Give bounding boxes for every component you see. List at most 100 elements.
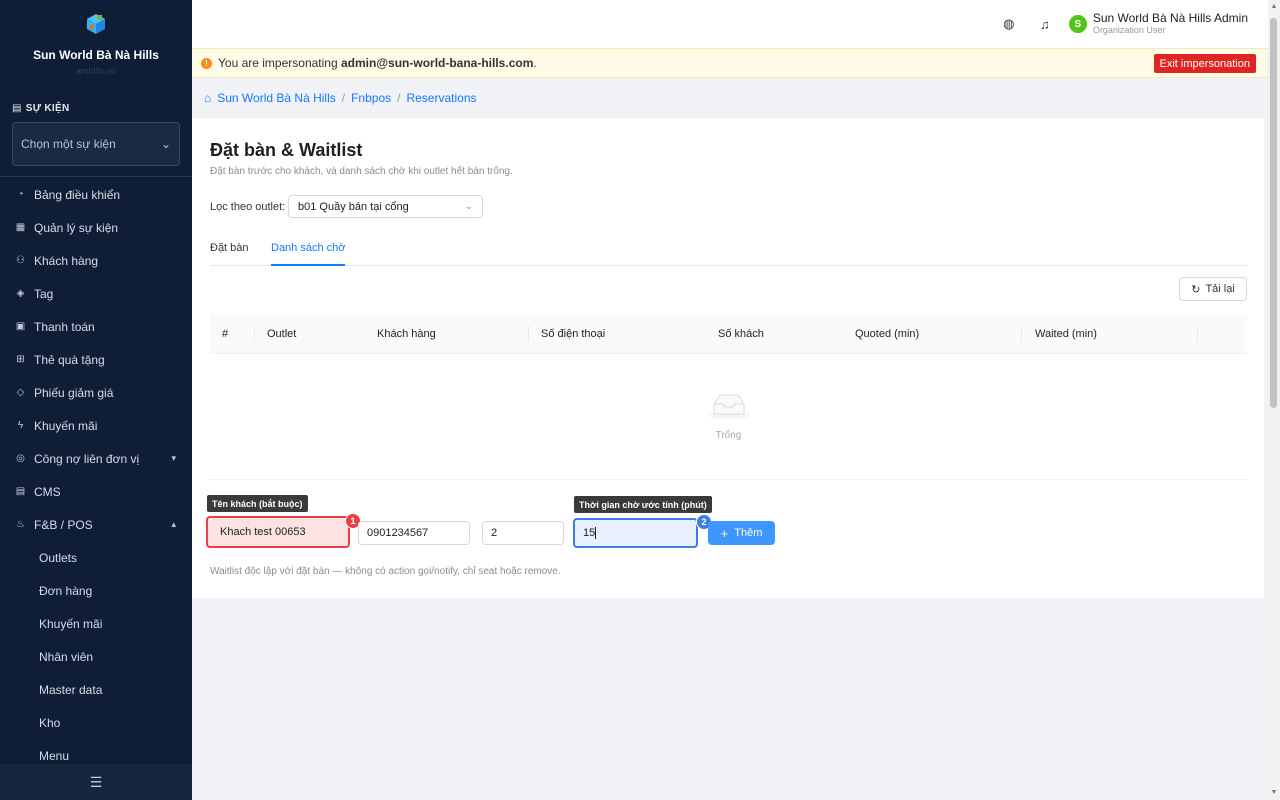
sidebar-item-label: Phiếu giảm giá: [34, 385, 114, 400]
event-section-title: ▤ SỰ KIỆN: [12, 103, 70, 114]
empty-state: Trống: [210, 354, 1247, 480]
sidebar-item-debt[interactable]: ◎ Công nợ liên đơn vị ▾: [0, 442, 192, 475]
column-header-waited: Waited (min): [1035, 328, 1097, 340]
sidebar-subitem-master-data[interactable]: Master data: [0, 673, 192, 706]
sidebar-item-customers[interactable]: ⚇ Khách hàng: [0, 244, 192, 277]
exit-impersonation-button[interactable]: Exit impersonation: [1153, 54, 1256, 73]
reload-button[interactable]: ↻ Tải lại: [1179, 277, 1247, 301]
calendar-section-icon: ▤: [12, 103, 22, 114]
chevron-up-icon: ▴: [171, 519, 176, 529]
sidebar-subitem-staff[interactable]: Nhân viên: [0, 640, 192, 673]
breadcrumb-item-org[interactable]: Sun World Bà Nà Hills: [217, 91, 336, 105]
tooltip-guest-name: Tên khách (bắt buộc): [207, 495, 308, 512]
empty-text: Trống: [715, 430, 742, 441]
breadcrumb-separator: /: [397, 91, 401, 105]
event-section-label: SỰ KIỆN: [25, 103, 70, 114]
sidebar-item-tag[interactable]: ◈ Tag: [0, 277, 192, 310]
scrollbar-thumb[interactable]: [1270, 18, 1277, 408]
promotion-icon: ϟ: [17, 420, 24, 431]
sidebar-subitem-promotions[interactable]: Khuyến mãi: [0, 607, 192, 640]
gift-icon: ⊞: [16, 354, 25, 365]
tooltip-wait-time: Thời gian chờ ước tính (phút): [574, 496, 712, 513]
wait-time-input[interactable]: 15: [573, 518, 698, 548]
impersonation-email: admin@sun-world-bana-hills.com: [340, 56, 534, 70]
column-divider: [528, 326, 529, 342]
sidebar-nav: ◔ Bảng điều khiển ▦ Quản lý sự kiện ⚇ Khách…: [0, 178, 192, 772]
add-waitlist-button[interactable]: + Thêm: [708, 521, 775, 545]
reload-icon: ↻: [1191, 283, 1201, 296]
sidebar-item-label: Tag: [34, 286, 54, 301]
users-icon: ⚇: [16, 255, 25, 266]
sidebar-item-cms[interactable]: ▤ CMS: [0, 475, 192, 508]
tab-reservations[interactable]: Đặt bàn: [210, 242, 249, 266]
chevron-down-icon: ⌄: [464, 201, 473, 212]
coupon-icon: ◇: [16, 387, 25, 398]
column-header-guests: Số khách: [718, 328, 764, 340]
sidebar-item-dashboard[interactable]: ◔ Bảng điều khiển: [0, 178, 192, 211]
scroll-up-icon[interactable]: ▲: [1270, 3, 1278, 11]
sidebar-item-label: Thẻ quà tặng: [34, 352, 105, 367]
breadcrumb-item-fnbpos[interactable]: Fnbpos: [351, 91, 391, 105]
sidebar-item-payment[interactable]: ▣ Thanh toán: [0, 310, 192, 343]
column-divider: [1197, 326, 1198, 342]
sidebar-item-label: Khuyến mãi: [34, 418, 98, 433]
bell-icon[interactable]: ♫: [1027, 17, 1063, 32]
outlet-filter-label: Lọc theo outlet:: [210, 201, 286, 213]
dashboard-icon: ◔: [17, 189, 24, 200]
scroll-down-icon[interactable]: ▼: [1270, 789, 1278, 797]
event-select-placeholder: Chọn một sự kiện: [21, 137, 116, 151]
sidebar-subitem-orders[interactable]: Đơn hàng: [0, 574, 192, 607]
table-header: # Outlet Khách hàng Số điện thoại Số khá…: [210, 314, 1247, 354]
home-icon: ⌂: [204, 91, 212, 105]
tab-waitlist[interactable]: Danh sách chờ: [271, 242, 346, 266]
chevron-down-icon: ⌄: [160, 137, 171, 151]
breadcrumb: ⌂ Sun World Bà Nà Hills / Fnbpos / Reser…: [204, 91, 477, 105]
sidebar-divider: [0, 176, 192, 177]
header-actions: ◍ ♫ S Sun World Bà Nà Hills Admin Organi…: [991, 0, 1268, 48]
brand-name: Sun World Bà Nà Hills: [33, 48, 159, 62]
globe-icon[interactable]: ◍: [991, 16, 1027, 32]
breadcrumb-item-reservations[interactable]: Reservations: [406, 91, 476, 105]
sidebar-item-promotion[interactable]: ϟ Khuyến mãi: [0, 409, 192, 442]
sidebar-item-label: Công nợ liên đơn vị: [34, 451, 140, 466]
menu-fold-icon: ☰: [89, 773, 103, 790]
plus-icon: +: [720, 525, 729, 541]
phone-input[interactable]: 0901234567: [358, 521, 470, 545]
page-title: Đặt bàn & Waitlist: [210, 140, 363, 160]
user-name: Sun World Bà Nà Hills Admin: [1092, 11, 1248, 25]
guest-count-input[interactable]: 2: [482, 521, 564, 545]
sidebar-item-events[interactable]: ▦ Quản lý sự kiện: [0, 211, 192, 244]
cms-icon: ▤: [15, 486, 26, 497]
outlet-filter-select[interactable]: b01 Quầy bán tại cổng ⌄: [288, 195, 483, 218]
avatar: S: [1068, 15, 1087, 33]
user-menu[interactable]: S Sun World Bà Nà Hills Admin Organizati…: [1068, 11, 1248, 36]
sidebar-item-label: Quản lý sự kiện: [34, 220, 119, 235]
sidebar: Sun World Bà Nà Hills amhills.vn ▤ SỰ KI…: [0, 0, 192, 800]
sidebar-item-fnb-pos[interactable]: ♨ F&B / POS ▴: [0, 508, 192, 541]
sidebar-collapse-button[interactable]: ☰: [0, 764, 192, 800]
column-header-customer: Khách hàng: [377, 328, 436, 340]
impersonation-suffix: .: [533, 56, 537, 70]
sidebar-subitem-outlets[interactable]: Outlets: [0, 541, 192, 574]
reload-label: Tải lại: [1205, 283, 1235, 295]
tabs: Đặt bàn Danh sách chờ: [210, 238, 1247, 266]
user-role: Organization User: [1092, 25, 1166, 35]
sidebar-item-coupon[interactable]: ◇ Phiếu giảm giá: [0, 376, 192, 409]
fnb-icon: ♨: [16, 519, 25, 530]
chevron-down-icon: ▾: [171, 453, 176, 463]
column-header-index: #: [222, 328, 229, 340]
guest-name-input[interactable]: Khach test 00653: [206, 516, 350, 548]
brand-subtitle: amhills.vn: [75, 66, 116, 76]
sidebar-subitem-warehouse[interactable]: Kho: [0, 706, 192, 739]
sidebar-item-gift-card[interactable]: ⊞ Thẻ quà tặng: [0, 343, 192, 376]
calendar-icon: ▦: [15, 222, 26, 233]
page-subtitle: Đặt bàn trước cho khách, và danh sách ch…: [210, 166, 513, 177]
column-header-quoted: Quoted (min): [855, 328, 920, 340]
warning-icon: !: [201, 57, 212, 69]
page-scrollbar[interactable]: ▲ ▼: [1268, 0, 1280, 800]
column-header-phone: Số điện thoại: [541, 328, 606, 340]
brand-logo-icon: [87, 14, 105, 34]
event-select[interactable]: Chọn một sự kiện ⌄: [12, 122, 180, 166]
sidebar-item-label: CMS: [34, 484, 61, 499]
empty-inbox-icon: [709, 394, 749, 419]
